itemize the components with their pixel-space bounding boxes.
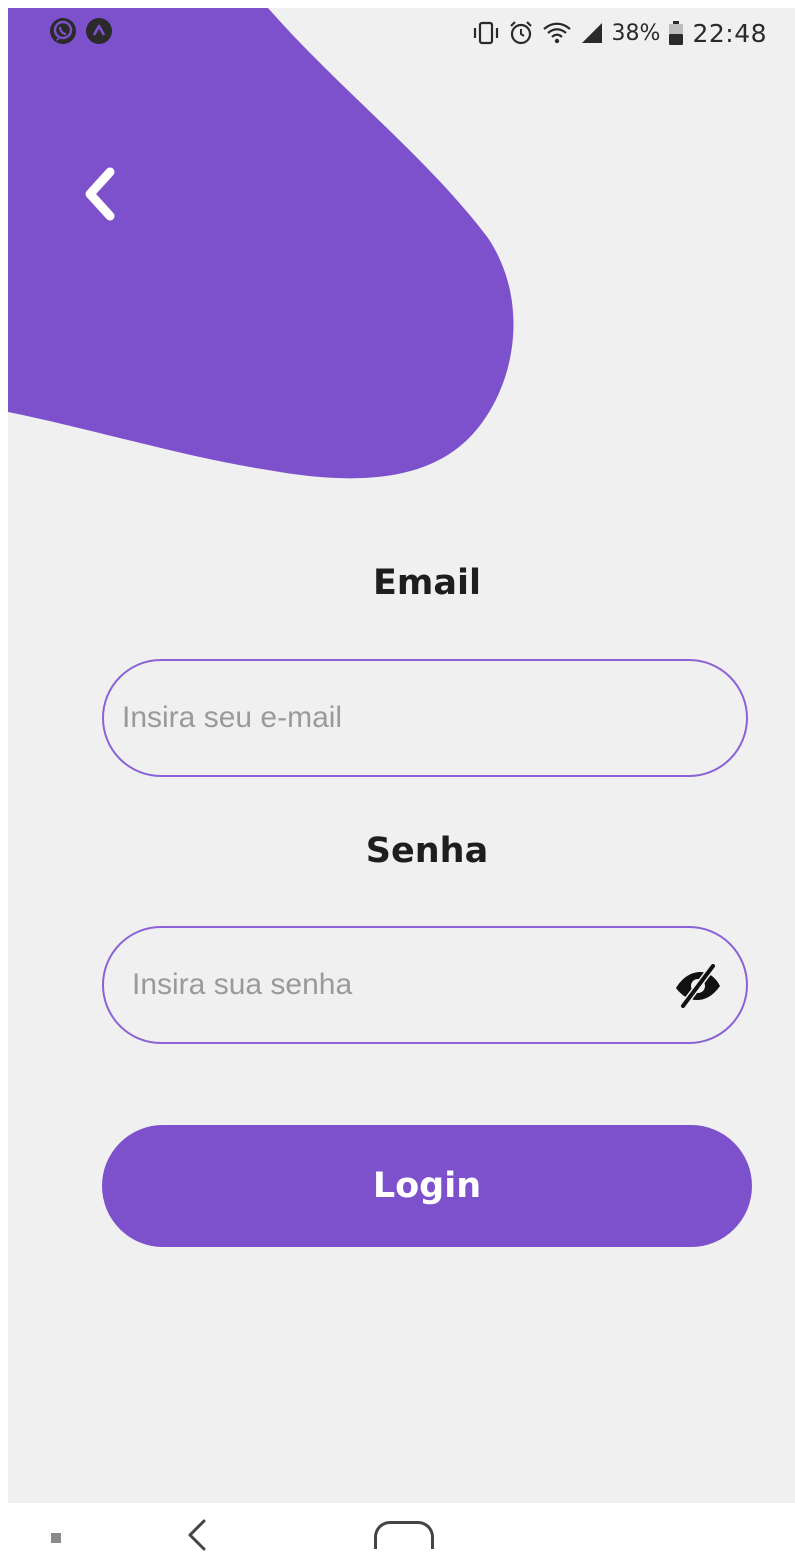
email-label: Email [373,563,481,603]
status-notification-icons [48,16,114,46]
password-label: Senha [365,831,489,871]
login-button[interactable]: Login [102,1125,752,1247]
eye-off-icon [676,964,720,1008]
clock-time: 22:48 [692,18,767,48]
header-blob [8,8,514,479]
whatsapp-icon [50,18,76,44]
back-button[interactable] [64,158,136,230]
battery-icon [669,21,684,45]
password-input[interactable] [132,928,652,1042]
login-screen: 38% 22:48 Email Senha Login [8,8,795,1503]
wifi-icon [542,22,571,44]
signal-icon [581,23,602,43]
app-notification-icon [86,18,112,44]
status-bar: 38% 22:48 [8,8,795,58]
navigation-bar [0,1503,795,1561]
home-button[interactable] [374,1521,434,1549]
status-system-icons: 38% 22:48 [472,16,767,50]
alarm-icon [509,21,532,45]
battery-percentage: 38% [611,20,661,46]
email-field-container[interactable] [102,659,748,777]
password-field-container[interactable] [102,926,748,1044]
password-visibility-toggle[interactable] [672,960,724,1012]
recents-button[interactable] [51,1533,61,1543]
vibrate-icon [473,21,498,45]
email-input[interactable] [122,661,682,775]
nav-back-button[interactable] [182,1515,212,1555]
chevron-left-icon [85,167,115,221]
